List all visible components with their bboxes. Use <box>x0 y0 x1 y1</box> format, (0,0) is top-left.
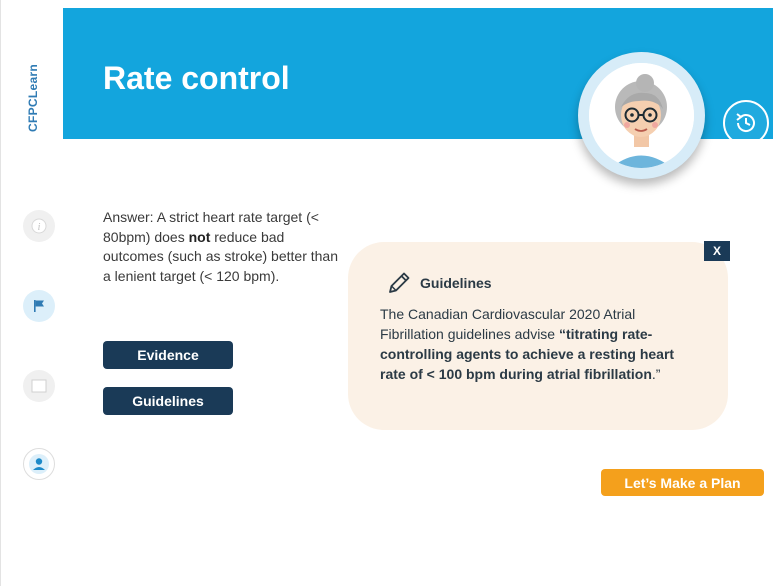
answer-emphasis: not <box>188 228 211 245</box>
answer-text: Answer: A strict heart rate target (< 80… <box>103 208 343 286</box>
popup-header: Guidelines <box>386 270 492 296</box>
pencil-icon <box>389 272 410 293</box>
make-a-plan-button[interactable]: Let’s Make a Plan <box>601 469 764 496</box>
history-icon <box>736 113 755 132</box>
app-frame: CFPCLearn i Rate control Answer: A stric… <box>0 0 773 586</box>
history-button[interactable] <box>723 100 769 146</box>
avatar-portrait <box>589 63 694 168</box>
brand-text: CFPCLearn <box>26 63 40 133</box>
popup-body: The Canadian Cardiovascular 2020 Atrial … <box>380 304 700 384</box>
brand-logo: CFPCLearn <box>23 58 43 138</box>
svg-text:i: i <box>38 222 41 233</box>
left-sidebar: CFPCLearn i <box>1 0 63 586</box>
popup-body-end: .” <box>651 366 661 382</box>
page-title: Rate control <box>103 60 290 96</box>
profile-button[interactable] <box>23 448 55 480</box>
evidence-button[interactable]: Evidence <box>103 341 233 369</box>
user-icon <box>29 454 49 474</box>
flag-icon <box>34 300 44 312</box>
popup-title: Guidelines <box>420 275 492 291</box>
popup-close-button[interactable]: X <box>704 241 730 261</box>
avatar <box>578 52 705 179</box>
note-icon <box>31 379 47 393</box>
guidelines-popup: Guidelines The Canadian Cardiovascular 2… <box>348 242 728 430</box>
flag-button[interactable] <box>23 290 55 322</box>
notes-button[interactable] <box>23 370 55 402</box>
info-icon: i <box>31 218 47 234</box>
info-button[interactable]: i <box>23 210 55 242</box>
guidelines-button[interactable]: Guidelines <box>103 387 233 415</box>
grandmother-illustration <box>589 63 694 168</box>
